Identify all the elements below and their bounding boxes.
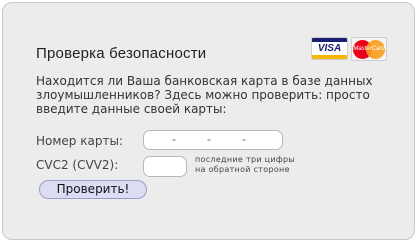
visa-logo-text: VISA — [317, 43, 342, 54]
mastercard-logo-text: MasterCard — [353, 46, 385, 52]
cvc-hint-line: на обратной стороне — [195, 165, 290, 174]
description: Находится ли Ваша банковская карта в баз… — [36, 74, 396, 116]
description-line: злоумышленников? Здесь можно проверить: … — [36, 88, 370, 102]
card-number-separator: - — [242, 133, 246, 146]
card-logos: VISA MasterCard — [311, 36, 387, 62]
page-title: Проверка безопасности — [36, 45, 207, 62]
visa-logo: VISA — [311, 37, 348, 60]
check-button[interactable]: Проверить! — [39, 180, 147, 199]
card-number-label: Номер карты: — [36, 134, 123, 148]
visa-stripe-top — [312, 38, 347, 42]
cvc-hint-line: последние три цифры — [195, 155, 296, 164]
visa-stripe-bottom — [312, 55, 347, 59]
description-line: введите данные своей карты: — [36, 102, 227, 116]
mastercard-logo: MasterCard — [351, 37, 387, 61]
security-check-panel: Проверка безопасности VISA MasterCard На… — [2, 2, 415, 240]
card-number-separator: - — [172, 133, 176, 146]
description-line: Находится ли Ваша банковская карта в баз… — [36, 74, 373, 88]
cvc-label: CVC2 (CVV2): — [36, 158, 119, 172]
cvc-input[interactable] — [143, 156, 187, 177]
cvc-hint: последние три цифры на обратной стороне — [195, 155, 295, 175]
card-number-separator: - — [207, 133, 211, 146]
card-number-input[interactable]: - - - — [143, 130, 283, 150]
